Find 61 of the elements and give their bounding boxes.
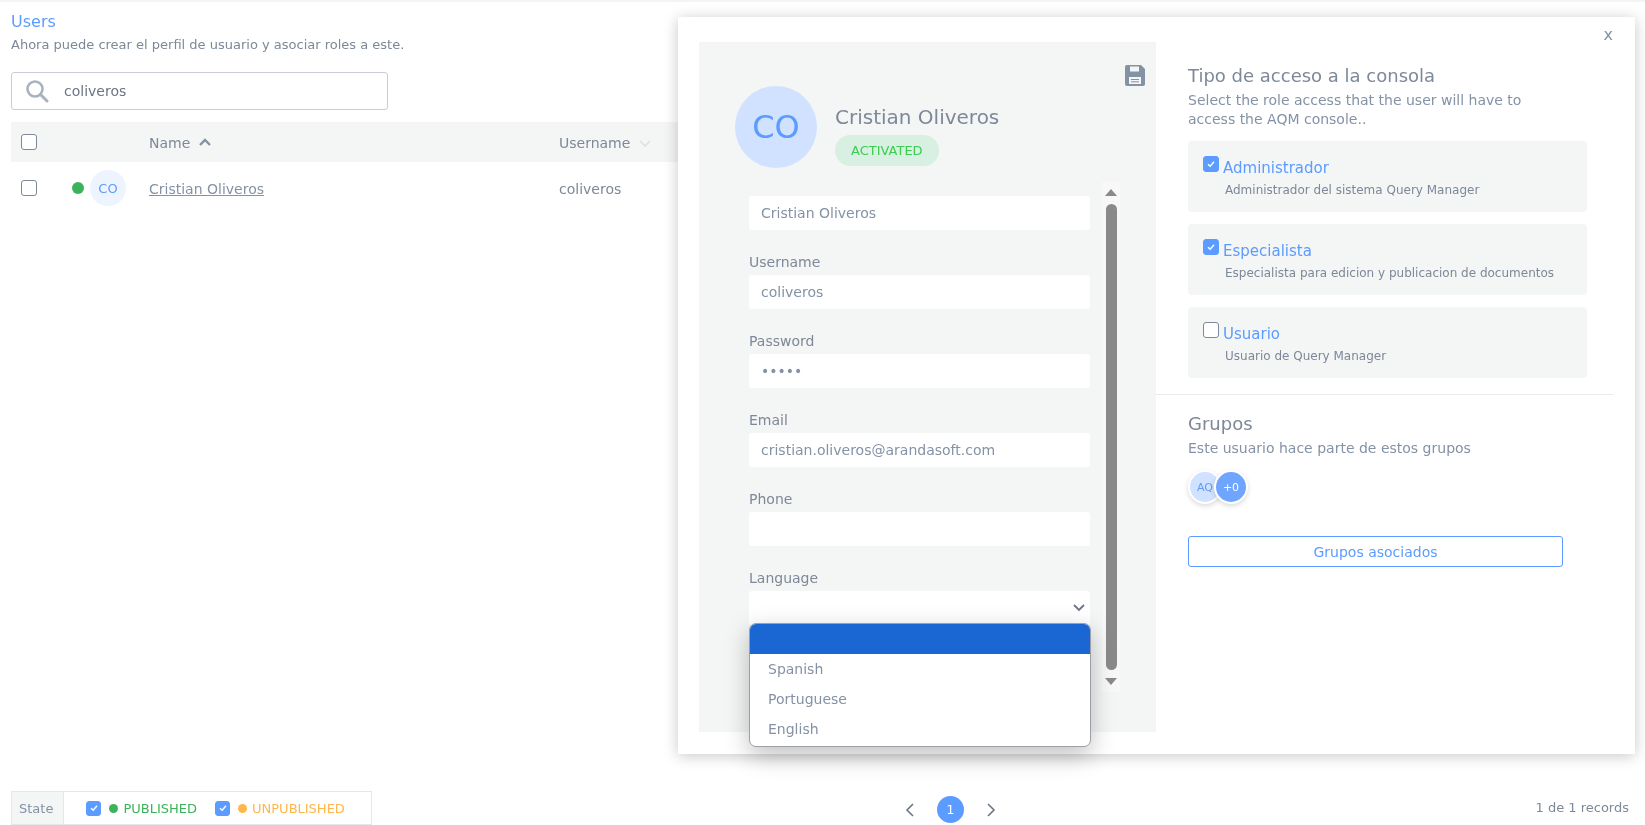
checkbox[interactable] [21, 134, 37, 150]
role-description: Usuario de Query Manager [1225, 349, 1388, 363]
field-label: Language [749, 570, 820, 586]
page-button[interactable]: 1 [937, 796, 964, 823]
chevron-down-icon [1073, 604, 1085, 612]
search-icon [25, 79, 49, 103]
chevron-left-icon [905, 802, 915, 817]
role-description: Administrador del sistema Query Manager [1225, 183, 1481, 197]
section-title: Grupos [1188, 413, 1253, 434]
close-button[interactable]: x [1601, 25, 1615, 44]
table-cell: coliveros [559, 180, 622, 197]
associated-groups-button[interactable]: Grupos asociados [1188, 536, 1563, 567]
language-dropdown[interactable] [749, 591, 1090, 625]
user-avatar: CO [735, 86, 817, 168]
checkbox[interactable] [86, 800, 102, 816]
scroll-down-icon [1105, 678, 1117, 686]
role-title: Especialista [1223, 242, 1312, 260]
section-subtitle: Select the role access that the user will have to access the AQM console.. [1188, 91, 1523, 129]
field-label: Password [749, 333, 816, 349]
check-icon [1206, 159, 1216, 169]
field-label: Email [749, 412, 789, 428]
input-field[interactable]: coliveros [749, 275, 1090, 309]
checkbox[interactable] [1203, 239, 1219, 255]
role-title: Usuario [1223, 325, 1280, 343]
dropdown-option[interactable]: English [750, 714, 1090, 744]
dropdown-option[interactable]: Spanish [750, 654, 1090, 684]
checkbox[interactable] [215, 800, 231, 816]
checkbox[interactable] [21, 180, 37, 196]
user-avatar: CO [90, 170, 126, 206]
column-header[interactable]: Username [559, 134, 653, 151]
role-description: Especialista para edicion y publicacion de documentos [1225, 266, 1556, 280]
input-field[interactable]: ••••• [749, 354, 1090, 388]
status-badge: ACTIVATED [835, 135, 939, 166]
field-label: Username [749, 254, 822, 270]
check-icon [88, 803, 99, 813]
section-title: Tipo de acceso a la consola [1188, 65, 1436, 86]
check-icon [217, 803, 228, 813]
user-name: Cristian Oliveros [835, 105, 1000, 129]
input-field[interactable]: cristian.oliveros@arandasoft.com [749, 433, 1090, 467]
page-title: Users [11, 12, 57, 31]
checkbox[interactable] [1203, 156, 1219, 172]
check-icon [1206, 242, 1216, 252]
role-title: Administrador [1223, 159, 1329, 177]
scrollbar[interactable] [1102, 182, 1120, 692]
checkbox[interactable] [1203, 322, 1219, 338]
records-count: 1 de 1 records [1535, 800, 1629, 817]
search-field[interactable]: coliveros [11, 72, 388, 110]
save-icon [1125, 65, 1145, 86]
chevron-right-icon [986, 802, 996, 817]
state-option-label: UNPUBLISHED [252, 800, 345, 816]
dropdown-option[interactable]: Portuguese [750, 684, 1090, 714]
user-name-link[interactable]: Cristian Oliveros [149, 180, 264, 197]
scroll-up-icon [1105, 188, 1117, 196]
column-header[interactable]: Name [149, 134, 213, 151]
page-subtitle: Ahora puede crear el perfil de usuario y asociar roles a este. [11, 37, 406, 52]
field-label: Phone [749, 491, 794, 507]
input-field[interactable]: Cristian Oliveros [749, 196, 1090, 230]
more-count: +0 [1214, 470, 1248, 504]
section-subtitle: Este usuario hace parte de estos grupos [1188, 439, 1472, 458]
state-option-label: PUBLISHED [123, 800, 198, 816]
scrollbar-thumb[interactable] [1105, 204, 1117, 670]
